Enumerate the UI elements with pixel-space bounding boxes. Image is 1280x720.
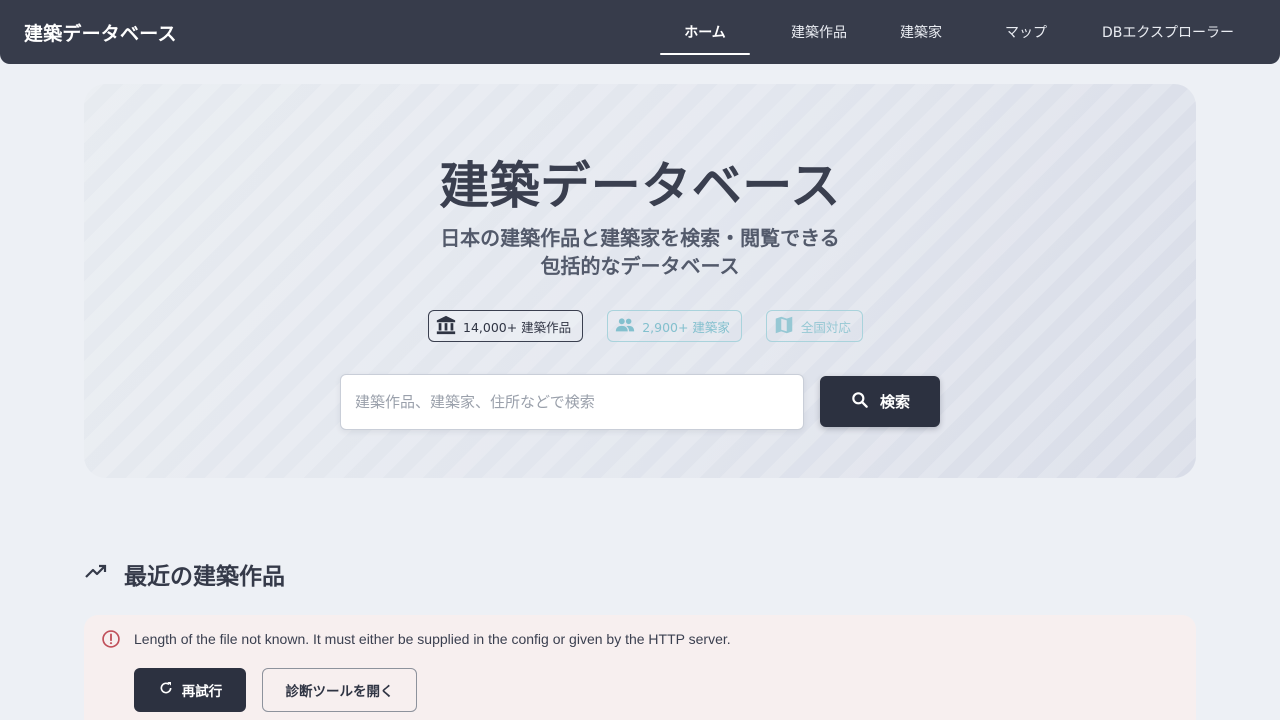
nav-item-db-explorer-label: DBエクスプローラー (1102, 25, 1234, 41)
retry-button-label: 再試行 (181, 684, 223, 700)
trending-up-icon (84, 560, 108, 588)
nav-item-db-explorer[interactable]: DBエクスプローラー (1096, 0, 1240, 64)
nav-item-works-label: 建築作品 (791, 25, 847, 41)
stat-works-label: 14,000+ 建築作品 (463, 319, 572, 335)
refresh-icon (158, 680, 174, 700)
nav-item-works[interactable]: 建築作品 (770, 0, 868, 64)
brand-logo[interactable]: 建築データベース (24, 19, 177, 46)
nav-item-home-label: ホーム (684, 25, 726, 41)
diagnostics-button-label: 診断ツールを開く (285, 684, 394, 700)
error-message: Length of the file not known. It must ei… (134, 631, 731, 647)
recent-works-header: 最近の建築作品 (84, 556, 285, 592)
search-icon (850, 390, 870, 414)
nav-item-map-label: マップ (1005, 25, 1047, 41)
hero-subtitle: 日本の建築作品と建築家を検索・閲覧できる 包括的なデータベース (84, 224, 1196, 280)
open-diagnostics-button[interactable]: 診断ツールを開く (262, 668, 417, 712)
main-nav: ホーム 建築作品 建築家 マップ DBエクスプローラー (660, 0, 1240, 64)
search-button-label: 検索 (879, 393, 910, 411)
error-icon (101, 629, 121, 653)
hero-subtitle-line-1: 日本の建築作品と建築家を検索・閲覧できる (440, 226, 840, 250)
building-icon (435, 314, 457, 339)
hero-subtitle-line-2: 包括的なデータベース (540, 254, 740, 278)
recent-works-title: 最近の建築作品 (124, 564, 285, 590)
stat-coverage-label: 全国対応 (800, 319, 851, 335)
nav-item-home[interactable]: ホーム (660, 0, 750, 64)
nav-item-architects-label: 建築家 (900, 25, 942, 41)
map-icon (773, 314, 795, 339)
search-button[interactable]: 検索 (820, 376, 940, 427)
people-icon (614, 314, 636, 339)
nav-item-map[interactable]: マップ (994, 0, 1058, 64)
stat-chip-works: 14,000+ 建築作品 (428, 310, 584, 342)
hero-section: 建築データベース 日本の建築作品と建築家を検索・閲覧できる 包括的なデータベース… (84, 84, 1196, 478)
nav-item-architects[interactable]: 建築家 (886, 0, 956, 64)
error-alert: Length of the file not known. It must ei… (84, 615, 1196, 720)
top-navbar: 建築データベース ホーム 建築作品 建築家 マップ DBエクスプローラー (0, 0, 1280, 64)
retry-button[interactable]: 再試行 (134, 668, 246, 712)
hero-title: 建築データベース (439, 157, 841, 215)
stat-chip-coverage: 全国対応 (765, 310, 863, 342)
search-field[interactable] (340, 374, 804, 430)
stat-chip-architects: 2,900+ 建築家 (607, 310, 742, 342)
stats-chips: 14,000+ 建築作品 2,900+ 建築家 全国対応 (428, 310, 863, 342)
search-input[interactable] (341, 375, 803, 429)
stat-architects-label: 2,900+ 建築家 (642, 319, 730, 335)
